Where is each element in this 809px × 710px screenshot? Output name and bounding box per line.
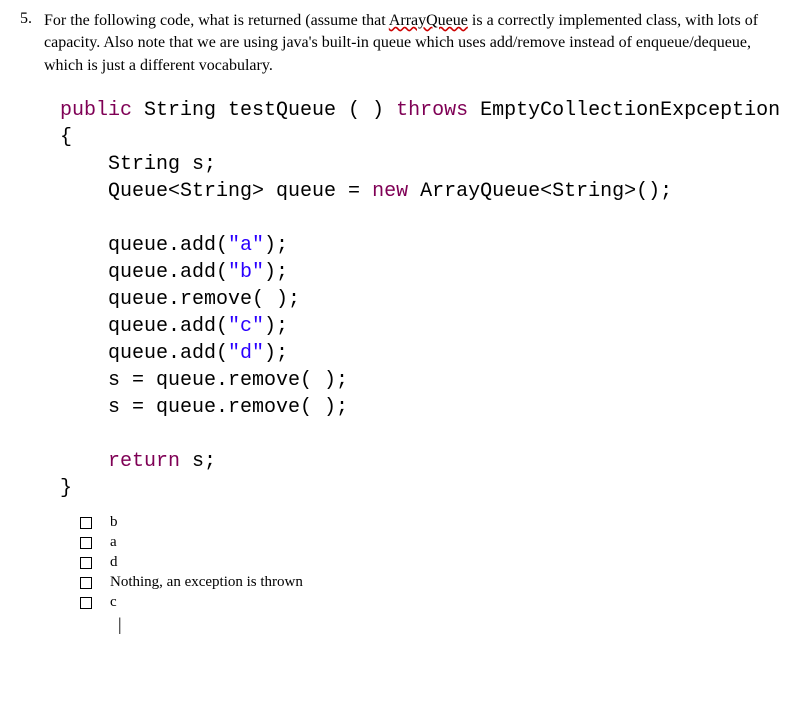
code-text: s; bbox=[180, 450, 216, 473]
code-text: queue.add( bbox=[60, 315, 228, 338]
question-number: 5. bbox=[20, 10, 32, 77]
option-row[interactable]: a bbox=[80, 534, 789, 551]
code-text: ); bbox=[264, 342, 288, 365]
question-text-underlined: ArrayQueue bbox=[389, 12, 468, 29]
option-label: c bbox=[110, 594, 117, 611]
code-string: "b" bbox=[228, 261, 264, 284]
code-text: s = queue.remove( ); bbox=[60, 396, 348, 419]
option-row[interactable]: b bbox=[80, 514, 789, 531]
code-keyword-public: public bbox=[60, 99, 132, 122]
option-row[interactable]: Nothing, an exception is thrown bbox=[80, 574, 789, 591]
code-string: "a" bbox=[228, 234, 264, 257]
option-label: Nothing, an exception is thrown bbox=[110, 574, 303, 591]
code-text bbox=[60, 450, 108, 473]
question-text-before: For the following code, what is returned… bbox=[44, 12, 389, 29]
code-keyword-new: new bbox=[372, 180, 408, 203]
code-text: ArrayQueue<String>(); bbox=[408, 180, 672, 203]
checkbox-icon[interactable] bbox=[80, 577, 92, 589]
code-text: } bbox=[60, 477, 72, 500]
checkbox-icon[interactable] bbox=[80, 597, 92, 609]
code-block: public String testQueue ( ) throws Empty… bbox=[60, 97, 789, 502]
checkbox-icon[interactable] bbox=[80, 557, 92, 569]
code-text: Queue<String> queue = bbox=[60, 180, 372, 203]
code-keyword-throws: throws bbox=[396, 99, 468, 122]
code-text: s = queue.remove( ); bbox=[60, 369, 348, 392]
code-string: "c" bbox=[228, 315, 264, 338]
code-keyword-return: return bbox=[108, 450, 180, 473]
code-text: queue.add( bbox=[60, 234, 228, 257]
question-text: For the following code, what is returned… bbox=[44, 10, 789, 77]
code-text: queue.remove( ); bbox=[60, 288, 300, 311]
option-label: d bbox=[110, 554, 118, 571]
option-row[interactable]: c bbox=[80, 594, 789, 611]
checkbox-icon[interactable] bbox=[80, 517, 92, 529]
option-label: b bbox=[110, 514, 118, 531]
option-row[interactable]: d bbox=[80, 554, 789, 571]
text-cursor: | bbox=[118, 614, 789, 635]
code-text: queue.add( bbox=[60, 261, 228, 284]
code-text: ); bbox=[264, 315, 288, 338]
checkbox-icon[interactable] bbox=[80, 537, 92, 549]
code-text: queue.add( bbox=[60, 342, 228, 365]
code-string: "d" bbox=[228, 342, 264, 365]
code-text: { bbox=[60, 126, 72, 149]
answer-options: b a d Nothing, an exception is thrown c bbox=[80, 514, 789, 611]
code-text: String s; bbox=[60, 153, 216, 176]
code-text: ); bbox=[264, 261, 288, 284]
code-text: String testQueue ( ) bbox=[132, 99, 396, 122]
option-label: a bbox=[110, 534, 117, 551]
code-text: ); bbox=[264, 234, 288, 257]
question-header: 5. For the following code, what is retur… bbox=[20, 10, 789, 77]
code-text: EmptyCollectionExpception bbox=[468, 99, 780, 122]
